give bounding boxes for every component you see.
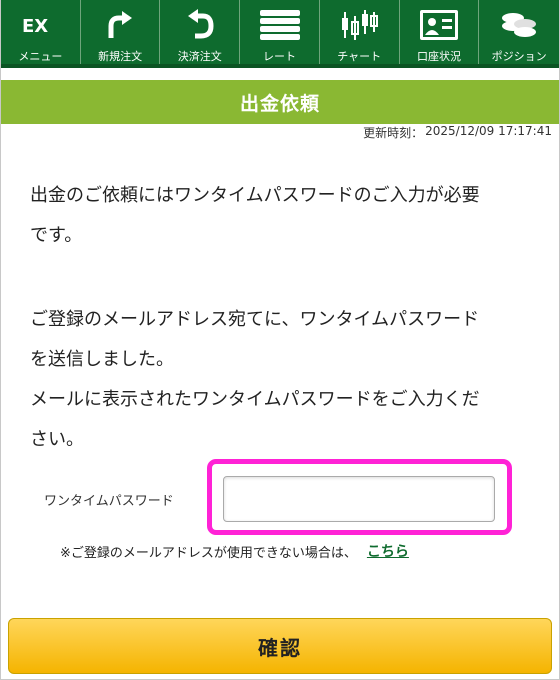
svg-text:EX: EX	[22, 16, 48, 36]
account-card-icon	[416, 8, 462, 42]
nav-new-order[interactable]: 新規注文	[81, 0, 161, 64]
confirm-label: 確認	[258, 635, 302, 660]
message-line: メールに表示されたワンタイムパスワードをご入力くだ	[30, 389, 480, 410]
message-line: を送信しました。	[30, 349, 174, 370]
nav-rate[interactable]: レート	[240, 0, 320, 64]
nav-menu[interactable]: EX メニュー	[1, 0, 81, 64]
page-title-bar: 出金依頼	[1, 80, 559, 124]
otp-input[interactable]	[223, 476, 495, 522]
top-nav: EX メニュー 新規注文 決済注文 レート チャート 口座状況 ポジション	[1, 0, 559, 68]
updated-time: 更新時刻： 2025/12/09 17:17:41	[363, 124, 552, 141]
nav-new-order-label: 新規注文	[98, 50, 143, 63]
here-link[interactable]: こちら	[367, 541, 409, 561]
note-text: ※ご登録のメールアドレスが使用できない場合は、	[60, 545, 357, 561]
rate-list-icon	[257, 8, 303, 42]
nav-position-label: ポジション	[491, 50, 547, 63]
coins-position-icon	[496, 8, 542, 42]
nav-position[interactable]: ポジション	[479, 0, 559, 64]
confirm-button[interactable]: 確認	[8, 618, 552, 674]
nav-account-label: 口座状況	[416, 50, 461, 63]
updated-value: 2025/12/09 17:17:41	[425, 124, 552, 138]
nav-settle-order[interactable]: 決済注文	[160, 0, 241, 64]
nav-rate-label: レート	[263, 50, 297, 63]
new-order-arrow-icon	[97, 8, 143, 42]
ex-logo-icon: EX	[17, 8, 63, 42]
otp-label: ワンタイムパスワード	[44, 494, 174, 509]
otp-required-message: 出金のご依頼にはワンタイムパスワードのご入力が必要 です。	[30, 176, 530, 256]
nav-settle-order-label: 決済注文	[177, 50, 222, 63]
nav-chart[interactable]: チャート	[320, 0, 400, 64]
nav-account[interactable]: 口座状況	[400, 0, 480, 64]
updated-label: 更新時刻：	[363, 126, 424, 140]
candlestick-chart-icon	[336, 8, 382, 42]
page-title: 出金依頼	[239, 92, 320, 115]
message-line: 出金のご依頼にはワンタイムパスワードのご入力が必要	[30, 185, 480, 206]
settle-order-arrow-icon	[177, 8, 223, 42]
nav-menu-label: メニュー	[18, 50, 63, 63]
message-line: です。	[30, 225, 83, 246]
message-line: ご登録のメールアドレス宛てに、ワンタイムパスワード	[30, 309, 480, 330]
message-line: さい。	[30, 429, 84, 450]
email-unavailable-note: ※ご登録のメールアドレスが使用できない場合は、 こちら	[60, 541, 409, 561]
otp-sent-message: ご登録のメールアドレス宛てに、ワンタイムパスワード を送信しました。 メールに表…	[30, 300, 530, 460]
nav-chart-label: チャート	[337, 50, 382, 63]
